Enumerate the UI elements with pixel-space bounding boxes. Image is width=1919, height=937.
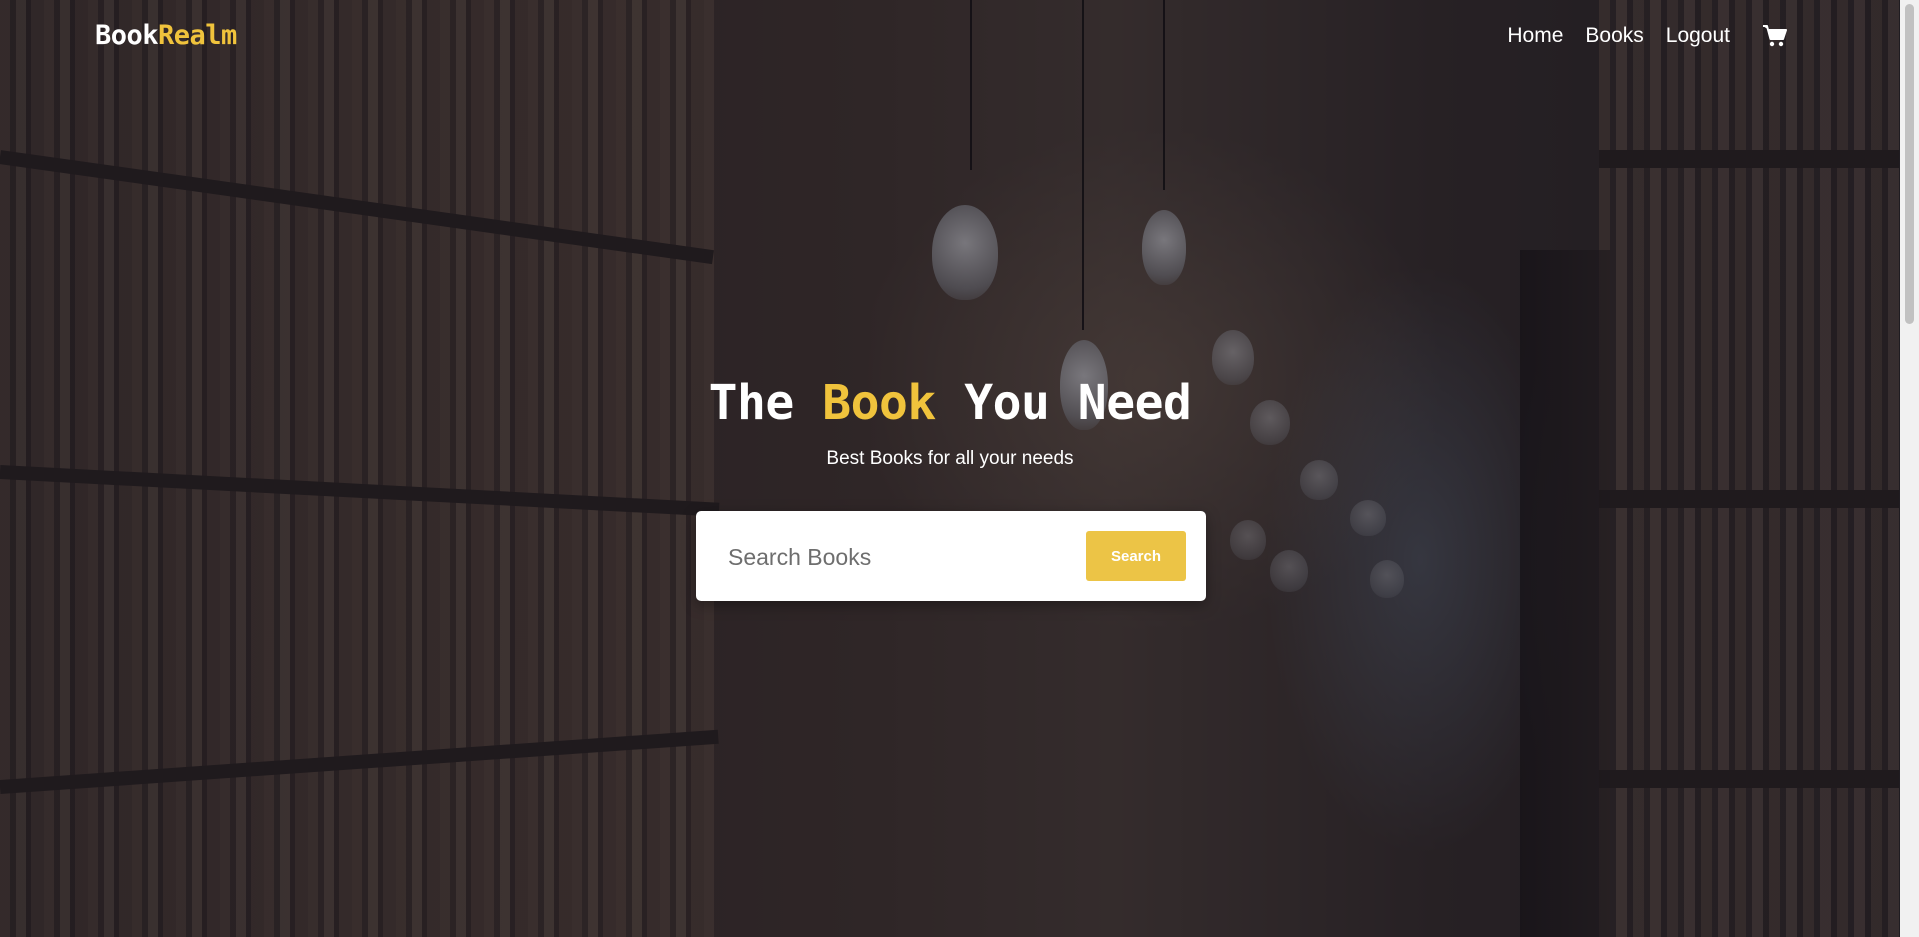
nav-link-logout[interactable]: Logout xyxy=(1666,24,1730,48)
hero-subtitle: Best Books for all your needs xyxy=(826,448,1074,469)
navbar: BookRealm Home Books Logout xyxy=(0,0,1900,72)
search-box: Search xyxy=(696,511,1206,601)
hero-title-highlight: Book xyxy=(822,375,936,431)
brand-logo[interactable]: BookRealm xyxy=(95,20,237,51)
nav-link-books[interactable]: Books xyxy=(1585,24,1643,48)
hero-title-part2: You Need xyxy=(964,375,1192,431)
hero-title-part1: The xyxy=(708,375,795,431)
brand-name-part1: Book xyxy=(95,20,159,51)
cart-icon[interactable] xyxy=(1762,24,1788,48)
search-button[interactable]: Search xyxy=(1086,531,1186,581)
nav-links: Home Books Logout xyxy=(1507,24,1788,48)
scrollbar-thumb[interactable] xyxy=(1905,4,1914,324)
nav-link-home[interactable]: Home xyxy=(1507,24,1563,48)
search-input[interactable] xyxy=(726,536,1050,578)
hero-title: The Book You Need xyxy=(0,375,1900,431)
scrollbar[interactable] xyxy=(1900,0,1919,937)
brand-name-part2: Realm xyxy=(158,20,237,51)
page: BookRealm Home Books Logout The Book You… xyxy=(0,0,1919,937)
